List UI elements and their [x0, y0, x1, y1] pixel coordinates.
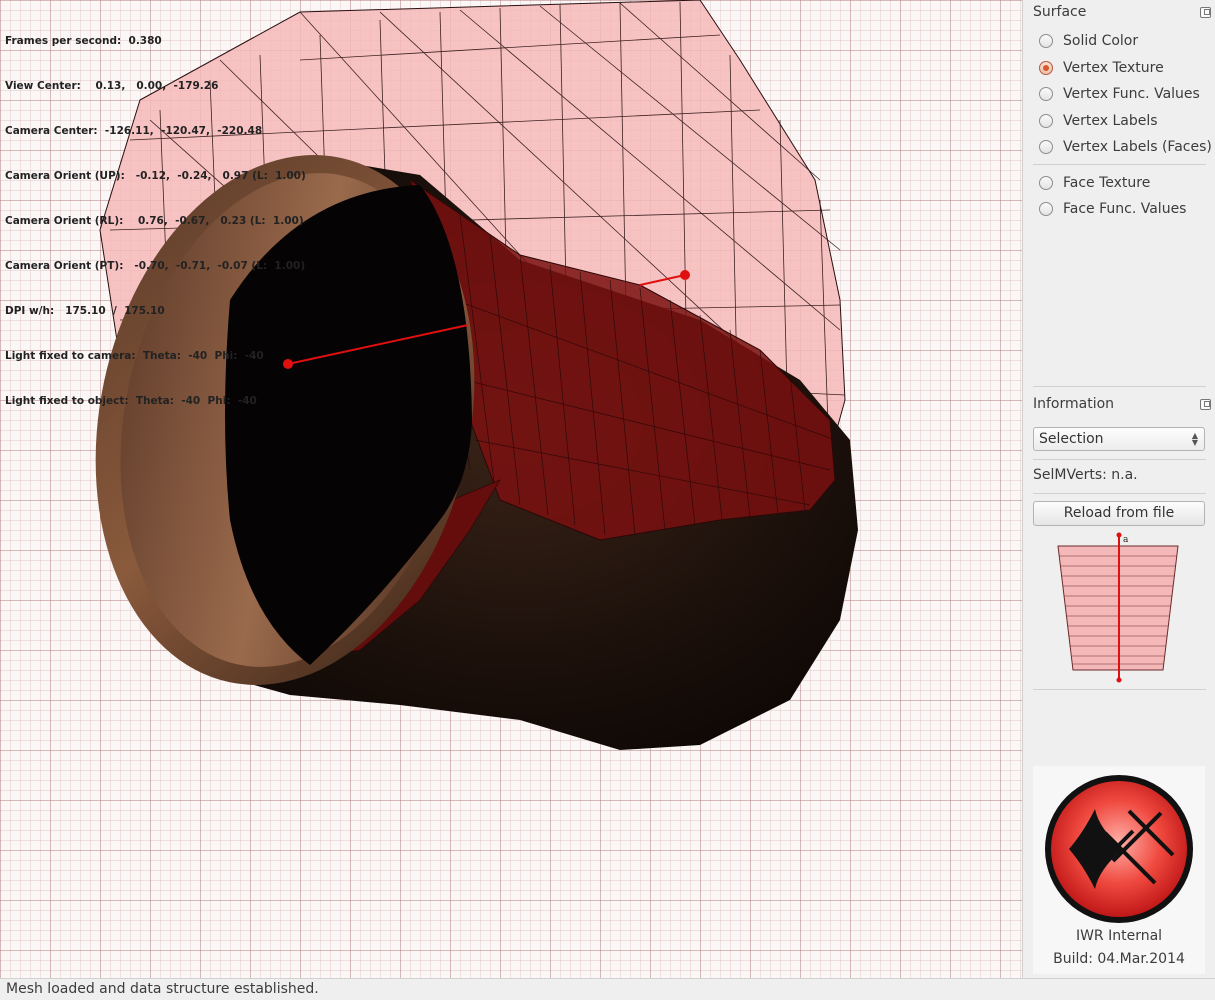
- radio-button-icon[interactable]: [1039, 114, 1053, 128]
- radio-vertex-texture[interactable]: Vertex Texture: [1039, 58, 1164, 78]
- logo-title: IWR Internal: [1075, 928, 1163, 944]
- radio-button-icon[interactable]: [1039, 176, 1053, 190]
- iwr-logo-icon: [1045, 775, 1193, 923]
- reload-from-file-button[interactable]: Reload from file: [1033, 501, 1205, 526]
- radio-button-icon[interactable]: [1039, 61, 1053, 75]
- radio-label: Vertex Labels (Faces): [1063, 139, 1212, 155]
- radio-face-texture[interactable]: Face Texture: [1039, 173, 1150, 193]
- radio-label: Face Func. Values: [1063, 201, 1187, 217]
- selmverts-label: SelMVerts: n.a.: [1033, 467, 1138, 483]
- radio-vertex-labels[interactable]: Vertex Labels: [1039, 111, 1158, 131]
- radio-label: Vertex Func. Values: [1063, 86, 1200, 102]
- radio-button-icon[interactable]: [1039, 34, 1053, 48]
- 3d-viewport[interactable]: Frames per second: 0.380 View Center: 0.…: [0, 0, 1022, 978]
- logo-panel: IWR Internal Build: 04.Mar.2014: [1033, 766, 1205, 974]
- updown-arrows-icon: ▲ ▼: [1191, 431, 1198, 447]
- divider: [1033, 689, 1206, 690]
- radio-label: Vertex Labels: [1063, 113, 1158, 129]
- build-date: Build: 04.Mar.2014: [1053, 951, 1185, 967]
- profile-marker-label: a: [1123, 535, 1129, 545]
- divider: [1033, 164, 1206, 165]
- radio-solid-color[interactable]: Solid Color: [1039, 31, 1138, 51]
- dropdown-value: Selection: [1039, 431, 1104, 447]
- radio-label: Vertex Texture: [1063, 60, 1164, 76]
- selection-point-b: [680, 270, 690, 280]
- radio-label: Face Texture: [1063, 175, 1151, 191]
- selection-point-a: [283, 359, 293, 369]
- radio-vertex-labels-faces[interactable]: Vertex Labels (Faces): [1039, 137, 1212, 157]
- mesh-render: [0, 0, 1022, 978]
- surface-panel-title: Surface: [1033, 4, 1087, 20]
- radio-button-icon[interactable]: [1039, 140, 1053, 154]
- right-sidebar: Surface Solid Color Vertex Texture Verte…: [1022, 0, 1215, 978]
- status-message: Mesh loaded and data structure establish…: [6, 981, 319, 997]
- divider: [1033, 386, 1206, 387]
- undock-icon[interactable]: [1200, 399, 1211, 410]
- radio-button-icon[interactable]: [1039, 202, 1053, 216]
- selection-dropdown[interactable]: Selection ▲ ▼: [1033, 427, 1205, 451]
- profile-preview: a: [1057, 532, 1179, 683]
- information-panel-title: Information: [1033, 396, 1115, 412]
- radio-button-icon[interactable]: [1039, 87, 1053, 101]
- radio-vertex-func-values[interactable]: Vertex Func. Values: [1039, 84, 1200, 104]
- divider: [1033, 493, 1206, 494]
- radio-label: Solid Color: [1063, 33, 1139, 49]
- divider: [1033, 459, 1206, 460]
- radio-face-func-values[interactable]: Face Func. Values: [1039, 199, 1186, 219]
- status-bar: Mesh loaded and data structure establish…: [0, 978, 1215, 1000]
- undock-icon[interactable]: [1200, 7, 1211, 18]
